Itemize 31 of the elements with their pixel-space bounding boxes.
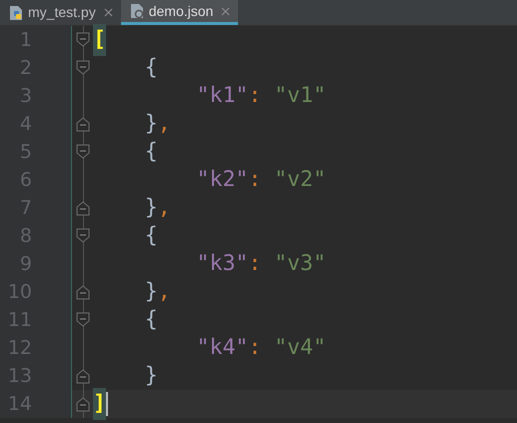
code-line: { [144, 138, 158, 166]
code-line: { [144, 306, 158, 334]
close-icon[interactable] [221, 6, 230, 16]
file-icon [128, 3, 145, 19]
tab-label: my_test.py [28, 3, 96, 22]
code-line: } [144, 362, 158, 390]
fold-end-icon[interactable] [76, 284, 90, 300]
python-icon [8, 4, 24, 20]
fold-end-icon[interactable] [76, 368, 90, 384]
code-line: "k4": "v4" [196, 334, 326, 362]
fold-end-icon[interactable] [76, 200, 90, 216]
code-line: }, [144, 110, 171, 138]
fold-icon[interactable] [76, 60, 90, 76]
tab-label: demo.json [148, 2, 214, 21]
code-line: "k3": "v3" [196, 250, 326, 278]
text-cursor [106, 392, 108, 416]
fold-icon[interactable] [76, 228, 90, 244]
code-line: { [144, 54, 158, 82]
fold-icon[interactable] [76, 312, 90, 328]
fold-icon[interactable] [76, 144, 90, 160]
close-icon[interactable] [104, 8, 113, 17]
file-tab[interactable]: demo.json [120, 0, 238, 25]
code-line: "k2": "v2" [196, 166, 326, 194]
code-line: { [144, 222, 158, 250]
fold-icon[interactable] [76, 32, 90, 48]
code-line: }, [144, 194, 171, 222]
fold-end-icon[interactable] [76, 116, 90, 132]
code-line: "k1": "v1" [196, 82, 326, 110]
fold-end-icon[interactable] [76, 396, 90, 412]
file-tab[interactable]: my_test.py [0, 0, 121, 25]
code-line: }, [144, 278, 171, 306]
